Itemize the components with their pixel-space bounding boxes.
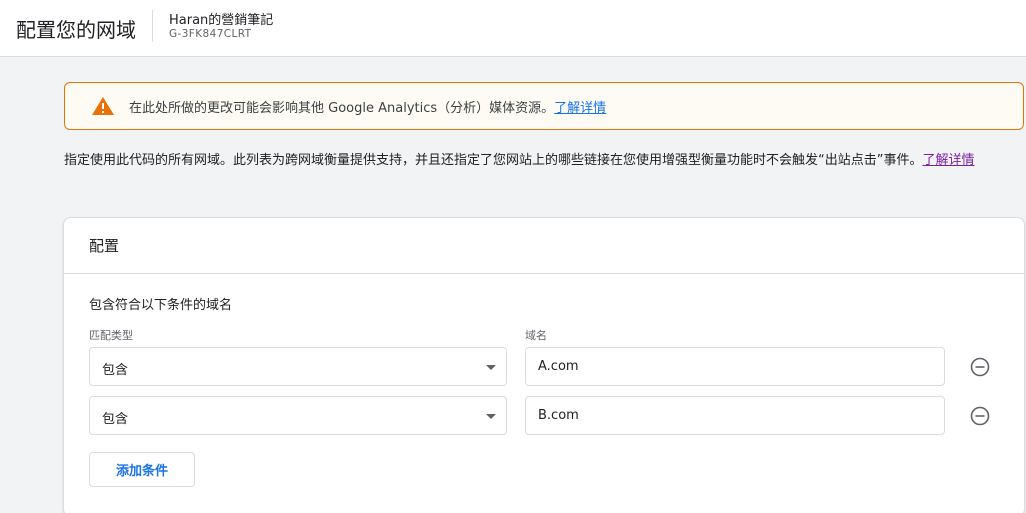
account-id: G-3FK847CLRT — [169, 28, 252, 40]
warning-message: 在此处所做的更改可能会影响其他 Google Analytics（分析）媒体资源… — [129, 97, 606, 116]
configuration-card: 配置 包含符合以下条件的域名 匹配类型 域名 包含 包含 添加条件 — [63, 217, 1025, 513]
match-type-value: 包含 — [102, 412, 129, 427]
card-title: 配置 — [89, 237, 120, 255]
card-divider — [64, 273, 1024, 274]
app-header: 配置您的网域 Haran的營銷筆記 G-3FK847CLRT — [0, 0, 1026, 57]
match-type-label: 匹配类型 — [89, 329, 133, 342]
match-type-select[interactable]: 包含 — [89, 347, 507, 386]
warning-text: 在此处所做的更改可能会影响其他 Google Analytics（分析）媒体资源… — [129, 101, 555, 116]
add-condition-button[interactable]: 添加条件 — [89, 452, 195, 487]
description-text: 指定使用此代码的所有网域。此列表为跨网域衡量提供支持，并且还指定了您网站上的哪些… — [64, 153, 923, 168]
domain-input[interactable] — [525, 396, 945, 435]
dropdown-arrow-icon — [486, 365, 496, 370]
domain-input[interactable] — [525, 347, 945, 386]
header-divider — [152, 10, 153, 42]
warning-banner: 在此处所做的更改可能会影响其他 Google Analytics（分析）媒体资源… — [64, 82, 1024, 130]
domain-label: 域名 — [525, 329, 547, 342]
match-type-select[interactable]: 包含 — [89, 396, 507, 435]
warning-learn-more-link[interactable]: 了解详情 — [554, 101, 606, 116]
remove-circle-icon[interactable] — [970, 357, 990, 377]
condition-title: 包含符合以下条件的域名 — [89, 298, 233, 313]
page-title: 配置您的网域 — [16, 18, 136, 42]
remove-circle-icon[interactable] — [970, 406, 990, 426]
account-name: Haran的營銷筆記 — [169, 13, 274, 28]
dropdown-arrow-icon — [486, 414, 496, 419]
warning-icon — [91, 96, 115, 116]
match-type-value: 包含 — [102, 363, 129, 378]
description-learn-more-link[interactable]: 了解详情 — [922, 153, 974, 168]
domain-description: 指定使用此代码的所有网域。此列表为跨网域衡量提供支持，并且还指定了您网站上的哪些… — [64, 151, 1016, 171]
